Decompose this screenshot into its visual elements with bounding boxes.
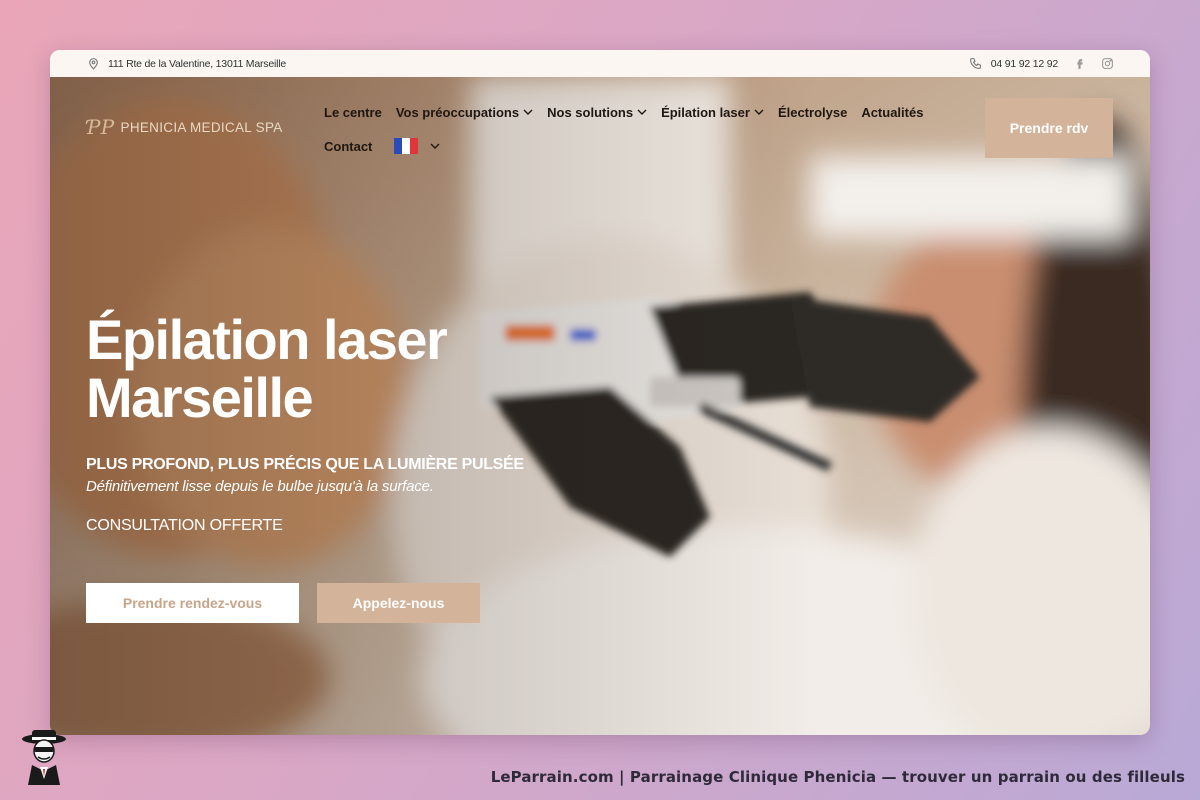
- nav-item-label: Actualités: [861, 104, 924, 120]
- phone-link[interactable]: 04 91 92 12 92: [969, 57, 1058, 71]
- book-appointment-hero-button[interactable]: Prendre rendez-vous: [86, 583, 299, 623]
- nav-item-nos-solutions[interactable]: Nos solutions: [547, 102, 647, 122]
- book-appointment-button[interactable]: Prendre rdv: [985, 98, 1113, 158]
- chevron-down-icon: [637, 109, 647, 115]
- nav-item-le-centre[interactable]: Le centre: [324, 102, 382, 122]
- footer-caption: LeParrain.com | Parrainage Clinique Phen…: [490, 768, 1185, 786]
- nav-item-label: Épilation laser: [661, 104, 750, 120]
- browser-window: 111 Rte de la Valentine, 13011 Marseille…: [50, 50, 1150, 735]
- contact-block: 04 91 92 12 92: [969, 57, 1114, 71]
- nav-item-label: Contact: [324, 138, 373, 154]
- logo[interactable]: ƤP PHENICIA MEDICAL SPA: [87, 115, 283, 139]
- nav-item-label: Nos solutions: [547, 104, 634, 120]
- consultation-offer: CONSULTATION OFFERTE: [86, 517, 283, 534]
- hero-subtitle: PLUS PROFOND, PLUS PRÉCIS QUE LA LUMIÈRE…: [86, 456, 524, 473]
- nav-item-electrolyse[interactable]: Électrolyse: [778, 102, 847, 122]
- chevron-down-icon: [430, 143, 440, 149]
- nav-item-epilation-laser[interactable]: Épilation laser: [661, 102, 764, 122]
- address-text: 111 Rte de la Valentine, 13011 Marseille: [108, 57, 287, 70]
- nav-item-contact[interactable]: Contact: [324, 136, 372, 156]
- location-pin-icon: [86, 57, 100, 71]
- chevron-down-icon: [754, 109, 764, 115]
- call-us-button[interactable]: Appelez-nous: [317, 583, 480, 623]
- page-title: Épilation laser Marseille: [86, 311, 606, 427]
- chevron-down-icon: [523, 109, 533, 115]
- phone-icon: [969, 57, 983, 71]
- leparrain-mascot-icon: [18, 727, 70, 785]
- top-info-bar: 111 Rte de la Valentine, 13011 Marseille…: [50, 50, 1150, 77]
- hero-tagline: Définitivement lisse depuis le bulbe jus…: [86, 478, 434, 495]
- logo-mark-icon: ƤP: [87, 115, 115, 139]
- nav-item-label: Vos préoccupations: [395, 104, 520, 120]
- title-line-2: Marseille: [86, 366, 314, 429]
- instagram-icon[interactable]: [1100, 57, 1114, 71]
- address-block: 111 Rte de la Valentine, 13011 Marseille: [86, 57, 286, 71]
- title-line-1: Épilation laser: [86, 308, 448, 371]
- nav-item-actualites[interactable]: Actualités: [861, 102, 923, 122]
- language-selector[interactable]: [386, 136, 440, 156]
- nav-item-vos-preoccupations[interactable]: Vos préoccupations: [396, 102, 533, 122]
- phone-number: 04 91 92 12 92: [990, 57, 1058, 70]
- nav-item-label: Électrolyse: [777, 104, 848, 120]
- hero-section: ƤP PHENICIA MEDICAL SPA Le centre Vos pr…: [50, 77, 1150, 735]
- facebook-icon[interactable]: [1072, 57, 1086, 71]
- logo-text: PHENICIA MEDICAL SPA: [120, 119, 283, 135]
- main-nav: Le centre Vos préoccupations Nos solutio…: [324, 102, 944, 156]
- nav-item-label: Le centre: [324, 104, 382, 120]
- french-flag-icon: [394, 138, 419, 154]
